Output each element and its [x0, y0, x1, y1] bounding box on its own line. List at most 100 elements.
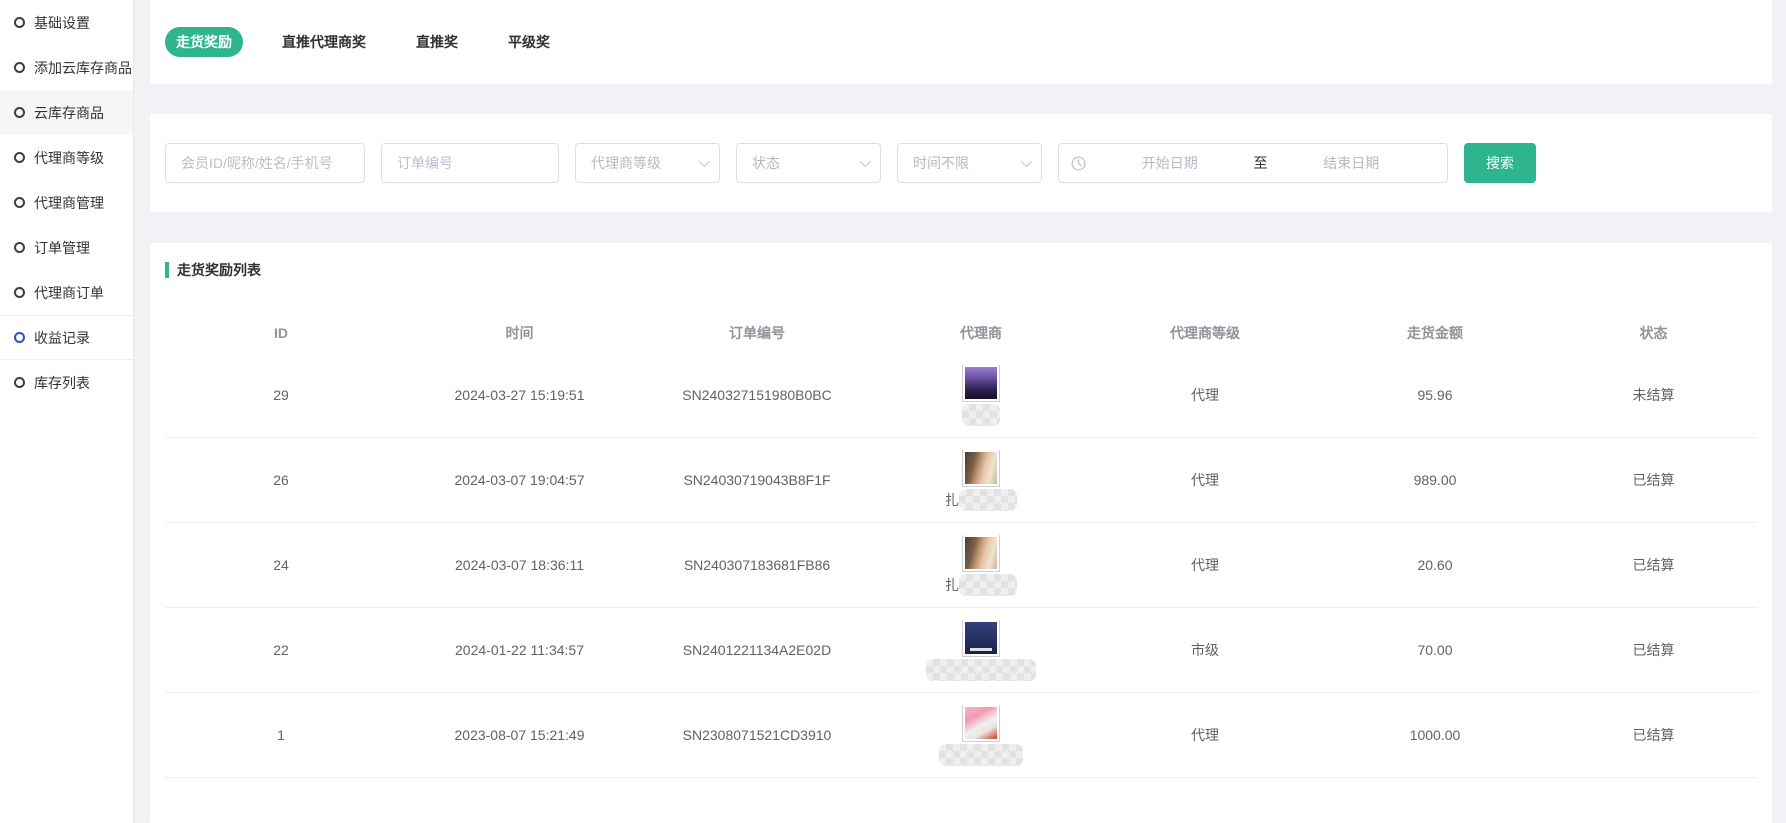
table-body: 29 2024-03-27 15:19:51 SN240327151980B0B… [165, 353, 1757, 778]
radio-circle-icon [14, 62, 25, 73]
table-row: 22 2024-01-22 11:34:57 SN2401221134A2E02… [165, 608, 1757, 693]
sidebar-item[interactable]: 云库存商品 [0, 90, 133, 135]
chevron-down-icon [860, 156, 871, 167]
agent-avatar [963, 705, 999, 741]
sidebar-item-label: 代理商管理 [34, 193, 104, 213]
cell-agent [872, 365, 1090, 426]
cell-id: 29 [165, 387, 397, 403]
radio-circle-icon [14, 152, 25, 163]
agent-name [962, 404, 1000, 426]
reward-list-card: 走货奖励列表 ID 时间 订单编号 代理商 代理商等级 走货金额 状态 [150, 243, 1772, 823]
agent-name-redacted [939, 744, 1023, 766]
cell-order-no: SN240307183681FB86 [642, 557, 872, 573]
radio-circle-icon [14, 17, 25, 28]
cell-order-no: SN2308071521CD3910 [642, 727, 872, 743]
radio-circle-icon [14, 197, 25, 208]
cell-time: 2024-03-07 18:36:11 [397, 557, 642, 573]
cell-status: 已结算 [1550, 640, 1757, 660]
sidebar-item[interactable]: 代理商管理 [0, 180, 133, 225]
agent-name: 扎 [945, 574, 1017, 596]
cell-amount: 20.60 [1320, 557, 1550, 573]
agent-avatar [963, 365, 999, 401]
start-date-input[interactable]: 开始日期 [1086, 153, 1254, 173]
tab[interactable]: 直推奖 [405, 27, 469, 57]
sidebar-item-label: 库存列表 [34, 373, 90, 393]
cell-time: 2024-01-22 11:34:57 [397, 642, 642, 658]
sidebar-item-label: 添加云库存商品 [34, 58, 132, 78]
cell-status: 未结算 [1550, 385, 1757, 405]
agent-name-redacted [926, 659, 1036, 681]
cell-amount: 989.00 [1320, 472, 1550, 488]
cell-agent-level: 代理 [1090, 470, 1320, 490]
column-header: 代理商 [872, 323, 1090, 343]
radio-circle-icon [14, 287, 25, 298]
list-title-text: 走货奖励列表 [177, 260, 261, 280]
cell-time: 2023-08-07 15:21:49 [397, 727, 642, 743]
sidebar-item[interactable]: 添加云库存商品 [0, 45, 133, 90]
sidebar-item[interactable]: 基础设置 [0, 0, 133, 45]
title-accent-bar [165, 262, 169, 278]
cell-agent-level: 代理 [1090, 555, 1320, 575]
time-range-select[interactable]: 时间不限 [897, 143, 1042, 183]
agent-level-select-value: 代理商等级 [591, 153, 661, 173]
column-header: ID [165, 325, 397, 341]
sidebar-item[interactable]: 代理商订单 [0, 270, 133, 315]
table-header-row: ID 时间 订单编号 代理商 代理商等级 走货金额 状态 [165, 313, 1757, 353]
agent-name-redacted [959, 574, 1017, 596]
radio-circle-icon [14, 332, 25, 343]
agent-avatar [963, 450, 999, 486]
column-header: 走货金额 [1320, 323, 1550, 343]
date-range-picker[interactable]: 开始日期 至 结束日期 [1058, 143, 1448, 183]
member-search-input[interactable] [165, 143, 365, 183]
cell-status: 已结算 [1550, 470, 1757, 490]
sidebar-item[interactable]: 代理商等级 [0, 135, 133, 180]
filter-bar: 代理商等级 状态 时间不限 开始日期 至 结 [150, 114, 1772, 212]
cell-time: 2024-03-07 19:04:57 [397, 472, 642, 488]
cell-order-no: SN24030719043B8F1F [642, 472, 872, 488]
radio-circle-icon [14, 377, 25, 388]
date-range-separator: 至 [1254, 153, 1268, 173]
time-range-select-value: 时间不限 [913, 153, 969, 173]
cell-agent [872, 620, 1090, 681]
cell-amount: 70.00 [1320, 642, 1550, 658]
cell-status: 已结算 [1550, 725, 1757, 745]
status-select[interactable]: 状态 [736, 143, 881, 183]
sidebar-item[interactable]: 收益记录 [0, 315, 133, 360]
end-date-input[interactable]: 结束日期 [1268, 153, 1436, 173]
sidebar-item[interactable]: 订单管理 [0, 225, 133, 270]
tab[interactable]: 走货奖励 [165, 27, 243, 57]
agent-name-redacted [962, 404, 1000, 426]
sidebar-item-label: 代理商订单 [34, 283, 104, 303]
cell-agent: 扎 [872, 450, 1090, 511]
search-button[interactable]: 搜索 [1464, 143, 1536, 183]
cell-order-no: SN2401221134A2E02D [642, 642, 872, 658]
column-header: 代理商等级 [1090, 323, 1320, 343]
agent-name [939, 744, 1023, 766]
sidebar-item-label: 基础设置 [34, 13, 90, 33]
cell-id: 22 [165, 642, 397, 658]
cell-id: 26 [165, 472, 397, 488]
agent-name-visible-text: 扎 [945, 575, 959, 595]
tab[interactable]: 平级奖 [497, 27, 561, 57]
column-header: 订单编号 [642, 323, 872, 343]
agent-level-select[interactable]: 代理商等级 [575, 143, 720, 183]
cell-id: 24 [165, 557, 397, 573]
table-row: 26 2024-03-07 19:04:57 SN24030719043B8F1… [165, 438, 1757, 523]
agent-avatar [963, 620, 999, 656]
sidebar-item-label: 收益记录 [34, 328, 90, 348]
sidebar-item[interactable]: 库存列表 [0, 360, 133, 405]
cell-amount: 1000.00 [1320, 727, 1550, 743]
cell-order-no: SN240327151980B0BC [642, 387, 872, 403]
table-row: 24 2024-03-07 18:36:11 SN240307183681FB8… [165, 523, 1757, 608]
sidebar: 基础设置 添加云库存商品 云库存商品 代理商等级 代理商管理 [0, 0, 134, 823]
cell-agent: 扎 [872, 535, 1090, 596]
agent-avatar [963, 535, 999, 571]
agent-name: 扎 [945, 489, 1017, 511]
radio-circle-icon [14, 107, 25, 118]
cell-amount: 95.96 [1320, 387, 1550, 403]
agent-name-redacted [959, 489, 1017, 511]
order-no-input[interactable] [381, 143, 559, 183]
tab[interactable]: 直推代理商奖 [271, 27, 377, 57]
sidebar-item-label: 云库存商品 [34, 103, 104, 123]
cell-agent-level: 市级 [1090, 640, 1320, 660]
